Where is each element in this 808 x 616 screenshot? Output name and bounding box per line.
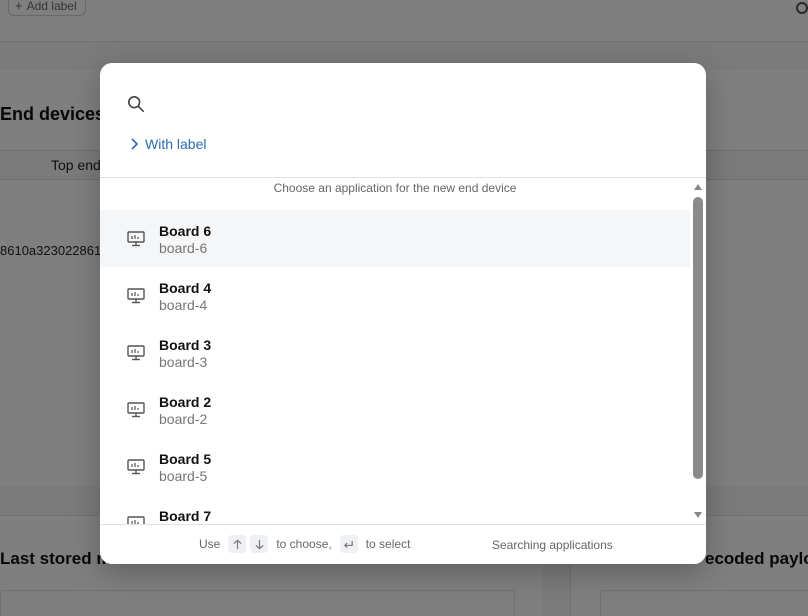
application-list-item[interactable]: Board 6 board-6	[100, 210, 690, 267]
application-list-item[interactable]: Board 4 board-4	[100, 267, 690, 324]
application-name: Board 6	[159, 223, 212, 239]
application-list-item[interactable]: Board 3 board-3	[100, 324, 690, 381]
application-name: Board 4	[159, 280, 212, 296]
application-name: Board 5	[159, 451, 212, 467]
monitor-icon	[127, 459, 145, 475]
search-row	[100, 63, 706, 133]
monitor-icon	[127, 288, 145, 304]
item-text: Board 4 board-4	[159, 280, 211, 314]
scroll-up-arrow-icon[interactable]	[694, 184, 702, 190]
item-text: Board 7	[159, 508, 211, 524]
with-label-toggle[interactable]: With label	[130, 136, 206, 152]
enter-key-icon	[339, 535, 358, 553]
search-input[interactable]	[158, 89, 678, 119]
application-list: Board 6 board-6 Board 4 board-4 Board 3 board…	[100, 210, 690, 524]
application-name: Board 7	[159, 508, 212, 524]
application-id: board-4	[159, 297, 208, 313]
application-list-item[interactable]: Board 7	[100, 495, 690, 524]
search-icon	[127, 95, 145, 113]
scroll-thumb[interactable]	[693, 197, 703, 479]
application-list-item[interactable]: Board 5 board-5	[100, 438, 690, 495]
hint-to-choose: to choose,	[276, 537, 332, 551]
chevron-right-icon	[131, 138, 139, 150]
hint-to-select: to select	[365, 537, 411, 551]
item-text: Board 6 board-6	[159, 223, 211, 257]
hint-use: Use	[199, 537, 221, 551]
divider	[100, 177, 706, 178]
monitor-icon	[127, 231, 145, 247]
keyboard-hint: Use to choose, to select	[199, 535, 410, 553]
with-label-text: With label	[145, 136, 207, 152]
arrow-up-icon	[228, 535, 247, 553]
arrow-down-icon	[250, 535, 269, 553]
search-status: Searching applications	[492, 538, 613, 552]
monitor-icon	[127, 402, 145, 418]
list-header: Choose an application for the new end de…	[273, 181, 517, 195]
application-id: board-5	[159, 468, 208, 484]
application-name: Board 2	[159, 394, 212, 410]
list-scrollbar[interactable]	[690, 178, 706, 524]
application-id: board-3	[159, 354, 208, 370]
application-picker-modal: With label Choose an application for the…	[100, 63, 706, 564]
application-id: board-2	[159, 411, 208, 427]
scroll-down-arrow-icon[interactable]	[694, 512, 702, 518]
application-id: board-6	[159, 240, 208, 256]
modal-footer: Use to choose, to select Searching appli…	[100, 524, 706, 564]
monitor-icon	[127, 516, 145, 524]
monitor-icon	[127, 345, 145, 361]
item-text: Board 2 board-2	[159, 394, 211, 428]
application-list-item[interactable]: Board 2 board-2	[100, 381, 690, 438]
item-text: Board 3 board-3	[159, 337, 211, 371]
item-text: Board 5 board-5	[159, 451, 211, 485]
application-name: Board 3	[159, 337, 212, 353]
